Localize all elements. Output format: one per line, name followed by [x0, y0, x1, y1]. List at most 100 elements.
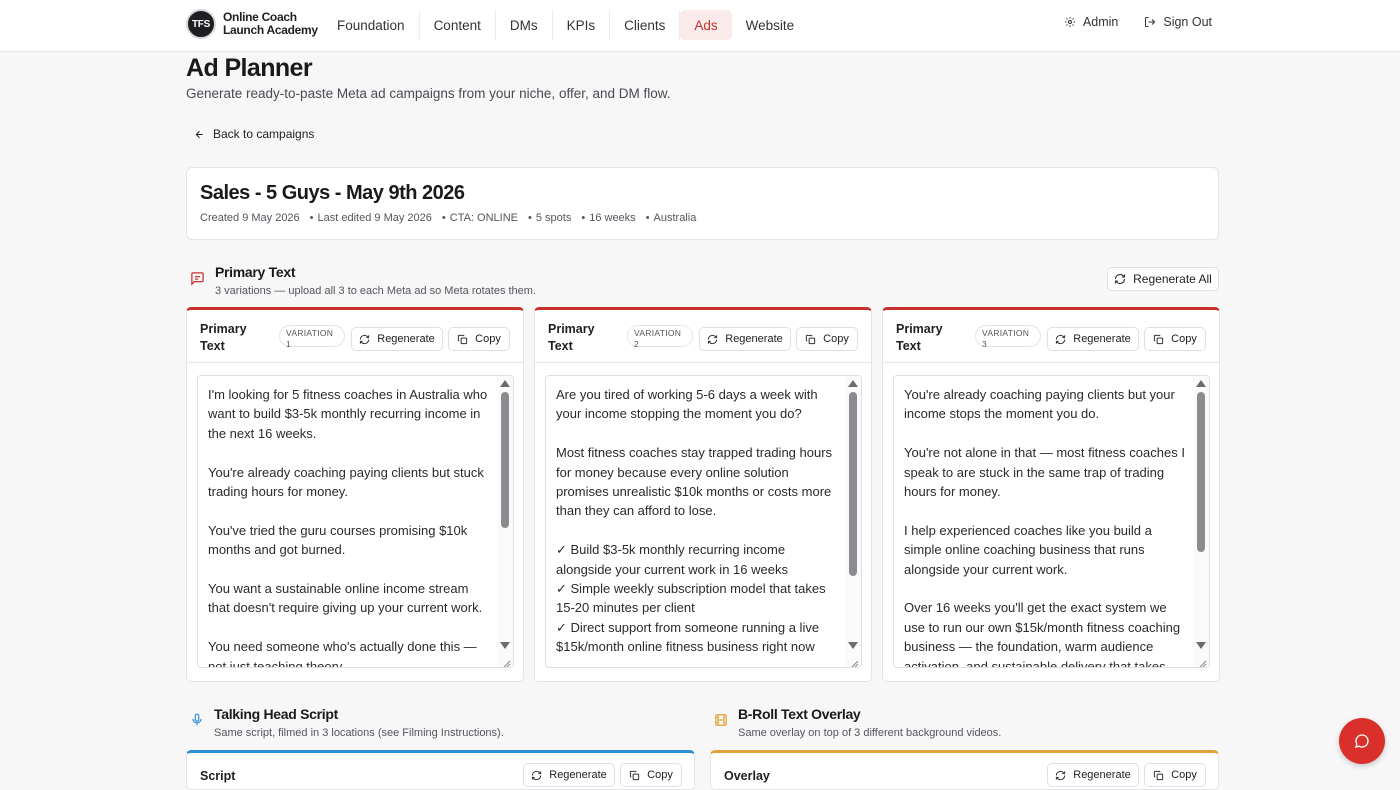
resize-handle-icon[interactable]	[849, 655, 859, 667]
nav-item-content[interactable]: Content	[420, 10, 496, 40]
variation-textarea[interactable]: I'm looking for 5 fitness coaches in Aus…	[197, 375, 514, 668]
scrollbar-thumb[interactable]	[849, 392, 857, 576]
copy-icon	[457, 334, 468, 345]
broll-section-header: B-Roll Text Overlay Same overlay on top …	[714, 706, 1001, 739]
nav-item-clients[interactable]: Clients	[610, 10, 681, 40]
film-icon	[714, 713, 728, 727]
back-to-campaigns-link[interactable]: Back to campaigns	[186, 122, 314, 146]
nav-item-foundation[interactable]: Foundation	[323, 10, 420, 40]
campaign-title: Sales - 5 Guys - May 9th 2026	[200, 182, 465, 204]
signout-link[interactable]: Sign Out	[1144, 15, 1212, 29]
scrollbar[interactable]	[497, 376, 513, 667]
variation-text: Are you tired of working 5-6 days a week…	[556, 387, 833, 655]
refresh-icon	[1055, 334, 1066, 345]
variation-badge: VARIATION 3	[975, 325, 1041, 349]
variation-card-header: Primary Text VARIATION 3 Regenerate Copy	[883, 310, 1219, 363]
gear-icon	[1064, 16, 1076, 28]
copy-button[interactable]: Copy	[796, 327, 858, 351]
admin-label: Admin	[1082, 15, 1119, 29]
refresh-icon	[707, 334, 718, 345]
variation-card-2: Primary Text VARIATION 2 Regenerate Copy…	[534, 307, 872, 682]
refresh-icon	[1055, 770, 1066, 781]
scrollbar-thumb[interactable]	[501, 392, 509, 528]
primary-text-subtitle: 3 variations — upload all 3 to each Meta…	[215, 285, 537, 297]
scroll-down-arrow-icon[interactable]	[1196, 642, 1206, 649]
script-section-header: Talking Head Script Same script, filmed …	[190, 706, 504, 739]
refresh-icon	[359, 334, 370, 345]
regenerate-all-label: Regenerate All	[1133, 272, 1212, 286]
nav-item-dms[interactable]: DMs	[496, 10, 553, 40]
regenerate-button[interactable]: Regenerate	[1047, 327, 1139, 351]
chat-bubble-icon	[1354, 733, 1370, 749]
primary-text-title: Primary Text	[215, 264, 296, 280]
message-square-icon	[190, 271, 205, 286]
regenerate-all-button[interactable]: Regenerate All	[1107, 267, 1219, 291]
variation-card-header: Primary Text VARIATION 1 Regenerate Copy	[187, 310, 523, 363]
logout-icon	[1144, 16, 1156, 28]
script-section-subtitle: Same script, filmed in 3 locations (see …	[214, 727, 504, 739]
broll-section-subtitle: Same overlay on top of 3 different backg…	[738, 727, 1002, 739]
resize-handle-icon[interactable]	[1197, 655, 1207, 667]
scroll-up-arrow-icon[interactable]	[1196, 380, 1206, 387]
scrollbar[interactable]	[845, 376, 861, 667]
variation-card-1: Primary Text VARIATION 1 Regenerate Copy…	[186, 307, 524, 682]
top-bar: TFS Online Coach Launch Academy Foundati…	[0, 0, 1400, 52]
scroll-up-arrow-icon[interactable]	[500, 380, 510, 387]
variation-textarea[interactable]: Are you tired of working 5-6 days a week…	[545, 375, 862, 668]
back-label: Back to campaigns	[213, 127, 315, 141]
page-title: Ad Planner	[186, 54, 313, 82]
scroll-down-arrow-icon[interactable]	[500, 642, 510, 649]
chat-button[interactable]	[1339, 718, 1385, 764]
scrollbar-thumb[interactable]	[1197, 392, 1205, 552]
campaign-cta: CTA: ONLINE	[442, 212, 518, 224]
script-copy-button[interactable]: Copy	[620, 763, 682, 787]
variation-card-header: Primary Text VARIATION 2 Regenerate Copy	[535, 310, 871, 363]
variation-badge: VARIATION 2	[627, 325, 693, 349]
campaign-meta: Created 9 May 2026 Last edited 9 May 202…	[200, 212, 696, 224]
variation-text: You're already coaching paying clients b…	[904, 387, 1185, 668]
regenerate-button[interactable]: Regenerate	[351, 327, 443, 351]
refresh-icon	[1114, 273, 1126, 285]
refresh-icon	[531, 770, 542, 781]
copy-icon	[805, 334, 816, 345]
script-regenerate-button[interactable]: Regenerate	[523, 763, 615, 787]
page-subtitle: Generate ready-to-paste Meta ad campaign…	[186, 86, 671, 101]
scrollbar[interactable]	[1193, 376, 1209, 667]
variation-label: Primary Text	[200, 322, 247, 353]
variation-textarea[interactable]: You're already coaching paying clients b…	[893, 375, 1210, 668]
primary-text-section-header: Primary Text 3 variations — upload all 3…	[190, 264, 536, 297]
campaign-card: Sales - 5 Guys - May 9th 2026 Created 9 …	[186, 167, 1219, 240]
copy-icon	[1153, 770, 1164, 781]
scroll-down-arrow-icon[interactable]	[848, 642, 858, 649]
brand-logo-badge[interactable]: TFS	[186, 9, 216, 39]
arrow-left-icon	[194, 129, 205, 140]
header-actions: Admin Sign Out	[1064, 15, 1212, 29]
variation-label: Primary Text	[896, 322, 943, 353]
copy-button[interactable]: Copy	[448, 327, 510, 351]
copy-button[interactable]: Copy	[1144, 327, 1206, 351]
campaign-location: Australia	[646, 212, 697, 224]
campaign-edited: Last edited 9 May 2026	[310, 212, 432, 224]
resize-handle-icon[interactable]	[501, 655, 511, 667]
signout-label: Sign Out	[1163, 15, 1212, 29]
microphone-icon	[190, 713, 204, 727]
campaign-weeks: 16 weeks	[581, 212, 635, 224]
overlay-card: Overlay Regenerate Copy	[710, 750, 1219, 790]
nav-item-website[interactable]: Website	[732, 10, 809, 40]
brand-name[interactable]: Online Coach Launch Academy	[223, 11, 318, 37]
regenerate-button[interactable]: Regenerate	[699, 327, 791, 351]
overlay-copy-button[interactable]: Copy	[1144, 763, 1206, 787]
variation-badge: VARIATION 1	[279, 325, 345, 349]
copy-icon	[629, 770, 640, 781]
variation-text: I'm looking for 5 fitness coaches in Aus…	[208, 387, 488, 668]
campaign-spots: 5 spots	[528, 212, 571, 224]
script-card-label: Script	[200, 769, 236, 783]
overlay-regenerate-button[interactable]: Regenerate	[1047, 763, 1139, 787]
scroll-up-arrow-icon[interactable]	[848, 380, 858, 387]
nav-item-kpis[interactable]: KPIs	[553, 10, 611, 40]
admin-link[interactable]: Admin	[1064, 15, 1118, 29]
variation-label: Primary Text	[548, 322, 595, 353]
broll-section-title: B-Roll Text Overlay	[738, 706, 861, 722]
nav-item-ads[interactable]: Ads	[680, 10, 732, 40]
overlay-card-label: Overlay	[724, 769, 770, 783]
